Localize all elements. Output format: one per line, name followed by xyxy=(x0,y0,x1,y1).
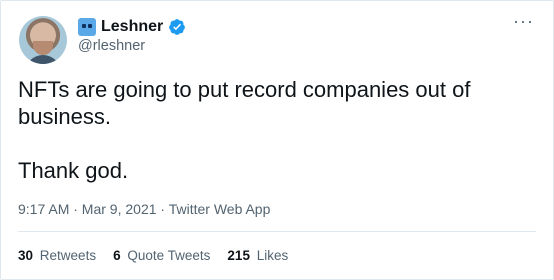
avatar-beard xyxy=(33,41,53,55)
more-options-icon[interactable]: ··· xyxy=(513,12,534,30)
avatar-shirt xyxy=(25,55,61,64)
tweet-stats: 30 Retweets 6 Quote Tweets 215 Likes xyxy=(18,248,288,263)
quote-tweets-label: Quote Tweets xyxy=(127,248,211,263)
retweets-count: 30 xyxy=(18,248,34,263)
likes-count: 215 xyxy=(227,248,250,263)
author-handle[interactable]: @rleshner xyxy=(78,38,145,54)
quote-tweets-count: 6 xyxy=(113,248,121,263)
avatar[interactable] xyxy=(19,16,67,64)
tweet-card: Leshner @rleshner ··· NFTs are going to … xyxy=(0,0,554,280)
likes-label: Likes xyxy=(256,248,289,263)
retweets-label: Retweets xyxy=(39,248,97,263)
divider xyxy=(18,231,536,232)
author-name-row[interactable]: Leshner xyxy=(78,17,186,37)
tweet-meta[interactable]: 9:17 AM · Mar 9, 2021 · Twitter Web App xyxy=(18,201,270,217)
retweets-stat[interactable]: 30 Retweets xyxy=(18,248,96,263)
author-display-name[interactable]: Leshner xyxy=(101,17,163,37)
likes-stat[interactable]: 215 Likes xyxy=(227,248,288,263)
tweet-text: NFTs are going to put record companies o… xyxy=(18,77,471,183)
robot-face-icon xyxy=(78,18,96,36)
quote-tweets-stat[interactable]: 6 Quote Tweets xyxy=(113,248,210,263)
verified-badge-icon xyxy=(169,19,186,35)
